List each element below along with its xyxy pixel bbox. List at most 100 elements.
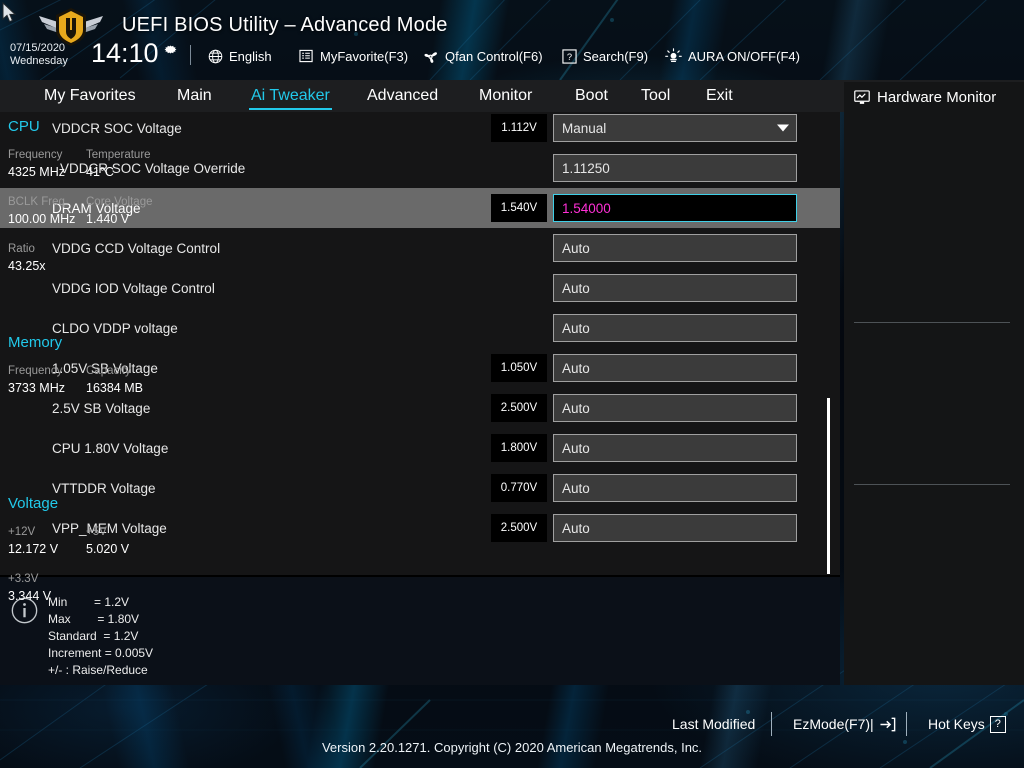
aura-light-icon bbox=[665, 48, 682, 63]
setting-input[interactable]: Auto bbox=[553, 514, 797, 542]
hw-readout: Core Voltage 1.440 V bbox=[86, 194, 164, 228]
setting-input[interactable]: Auto bbox=[553, 354, 797, 382]
hw-section-divider bbox=[854, 484, 1010, 485]
setting-value: Manual bbox=[562, 120, 607, 136]
ezmode-button[interactable]: EzMode(F7)| bbox=[793, 713, 896, 735]
gear-icon[interactable] bbox=[163, 42, 178, 57]
search-button[interactable]: ? Search(F9) bbox=[562, 46, 648, 66]
setting-current-value-badge: 2.500V bbox=[491, 394, 547, 422]
hw-readout-value: 3.344 V bbox=[8, 589, 52, 603]
weekday-value: Wednesday bbox=[10, 55, 68, 67]
hw-readout-key: +5V bbox=[86, 526, 107, 538]
nav-tab-main[interactable]: Main bbox=[175, 80, 214, 112]
hw-readout: Capacity 16384 MB bbox=[86, 363, 164, 397]
setting-input[interactable]: Auto bbox=[553, 314, 797, 342]
language-selector[interactable]: English bbox=[208, 46, 272, 66]
setting-value: Auto bbox=[562, 400, 590, 416]
setting-dropdown[interactable]: Manual bbox=[553, 114, 797, 142]
setting-input[interactable]: Auto bbox=[553, 394, 797, 422]
last-modified-button[interactable]: Last Modified bbox=[672, 713, 755, 735]
nav-tab-advanced[interactable]: Advanced bbox=[365, 80, 440, 112]
hw-readout-key: Temperature bbox=[86, 149, 151, 161]
setting-input[interactable]: Auto bbox=[553, 274, 797, 302]
setting-value: Auto bbox=[562, 440, 590, 456]
setting-current-value-badge: 0.770V bbox=[491, 474, 547, 502]
date-value: 07/15/2020 bbox=[10, 42, 66, 54]
aura-toggle-button[interactable]: AURA ON/OFF(F4) bbox=[665, 46, 800, 66]
footer-divider-1 bbox=[771, 712, 772, 736]
hw-readout: +3.3V 3.344 V bbox=[8, 571, 86, 605]
hw-readout-row: +12V 12.172 V +5V 5.020 V bbox=[8, 524, 172, 558]
setting-current-value-badge: 1.112V bbox=[491, 114, 547, 142]
hw-readout-value: 4325 MHz bbox=[8, 165, 65, 179]
search-label: Search(F9) bbox=[583, 48, 649, 64]
setting-value: 1.54000 bbox=[562, 200, 611, 216]
hw-readout-value: 16384 MB bbox=[86, 381, 143, 395]
setting-input[interactable]: 1.54000 bbox=[553, 194, 797, 222]
exit-arrow-icon bbox=[880, 717, 895, 731]
globe-icon bbox=[208, 49, 223, 63]
question-box-icon: ? bbox=[562, 48, 577, 64]
hw-readout: +12V 12.172 V bbox=[8, 524, 86, 558]
setting-input[interactable]: 1.11250 bbox=[553, 154, 797, 182]
svg-text:?: ? bbox=[567, 52, 572, 62]
setting-current-value-badge: 2.500V bbox=[491, 514, 547, 542]
nav-tab-exit[interactable]: Exit bbox=[704, 80, 735, 112]
setting-input[interactable]: Auto bbox=[553, 234, 797, 262]
hardware-monitor-title-row: Hardware Monitor bbox=[854, 84, 996, 110]
hw-section-voltage: Voltage +12V 12.172 V +5V 5.020 V +3.3V 3.344 … bbox=[8, 495, 172, 618]
hw-readout-key: +3.3V bbox=[8, 573, 39, 585]
header: UEFI BIOS Utility – Advanced Mode 07/15/… bbox=[0, 0, 1024, 80]
language-label: English bbox=[229, 48, 272, 64]
qfan-control-button[interactable]: Qfan Control(F6) bbox=[422, 46, 543, 66]
hw-readout-row: BCLK Freq 100.00 MHz Core Voltage 1.440 V bbox=[8, 194, 172, 228]
hw-readout: Frequency 4325 MHz bbox=[8, 147, 86, 181]
setting-value: Auto bbox=[562, 320, 590, 336]
ezmode-label: EzMode(F7)| bbox=[793, 716, 874, 732]
nav-tab-boot[interactable]: Boot bbox=[573, 80, 610, 112]
hw-readout-key: Ratio bbox=[8, 243, 35, 255]
hardware-monitor-title: Hardware Monitor bbox=[877, 88, 997, 106]
list-icon bbox=[299, 49, 313, 63]
qfan-label: Qfan Control(F6) bbox=[445, 48, 543, 64]
monitor-graph-icon bbox=[854, 89, 870, 104]
hw-readout-value: 1.440 V bbox=[86, 212, 130, 226]
setting-current-value-badge: 1.540V bbox=[491, 194, 547, 222]
setting-value: Auto bbox=[562, 360, 590, 376]
nav-tab-ai-tweaker[interactable]: Ai Tweaker bbox=[249, 80, 332, 112]
hotkeys-label: Hot Keys bbox=[928, 716, 985, 732]
hw-section-heading: Memory bbox=[8, 334, 63, 351]
scrollbar-thumb[interactable] bbox=[827, 398, 830, 574]
nav-tab-tool[interactable]: Tool bbox=[639, 80, 672, 112]
setting-input[interactable]: Auto bbox=[553, 474, 797, 502]
clock-display: 14:10 bbox=[91, 38, 159, 68]
myfavorite-label: MyFavorite(F3) bbox=[320, 48, 409, 64]
footer-divider-2 bbox=[906, 712, 907, 736]
aura-label: AURA ON/OFF(F4) bbox=[688, 48, 800, 64]
hw-section-heading: CPU bbox=[8, 118, 40, 135]
nav-tab-monitor[interactable]: Monitor bbox=[477, 80, 534, 112]
hw-readout-key: Frequency bbox=[8, 149, 63, 161]
mouse-cursor bbox=[2, 2, 17, 23]
chevron-down-icon bbox=[777, 124, 789, 132]
setting-value: 1.11250 bbox=[562, 160, 610, 176]
fan-icon bbox=[424, 51, 438, 63]
hw-readout-row: Frequency 4325 MHz Temperature 41°C bbox=[8, 147, 172, 181]
setting-row[interactable]: CPU 1.80V Voltage 1.800V Auto bbox=[0, 428, 840, 468]
hw-readout-value: 41°C bbox=[86, 165, 114, 179]
hardware-monitor-panel bbox=[844, 82, 1024, 685]
hotkeys-button[interactable]: Hot Keys ? bbox=[928, 713, 1006, 735]
hw-readout-value: 3733 MHz bbox=[8, 381, 65, 395]
nav-tab-my-favorites[interactable]: My Favorites bbox=[42, 80, 138, 112]
myfavorite-button[interactable]: MyFavorite(F3) bbox=[299, 46, 408, 66]
header-divider bbox=[190, 45, 191, 65]
hw-readout-value: 100.00 MHz bbox=[8, 212, 76, 226]
setting-input[interactable]: Auto bbox=[553, 434, 797, 462]
date-display: 07/15/2020 Wednesday bbox=[10, 42, 68, 68]
hotkeys-key-badge: ? bbox=[989, 715, 1006, 733]
hw-readout-key: Frequency bbox=[8, 365, 63, 377]
hw-section-memory: Memory Frequency 3733 MHz Capacity 16384 MB bbox=[8, 334, 172, 410]
last-modified-label: Last Modified bbox=[672, 716, 756, 732]
hw-readout-value: 5.020 V bbox=[86, 542, 130, 556]
hw-readout-row: +3.3V 3.344 V bbox=[8, 571, 172, 605]
